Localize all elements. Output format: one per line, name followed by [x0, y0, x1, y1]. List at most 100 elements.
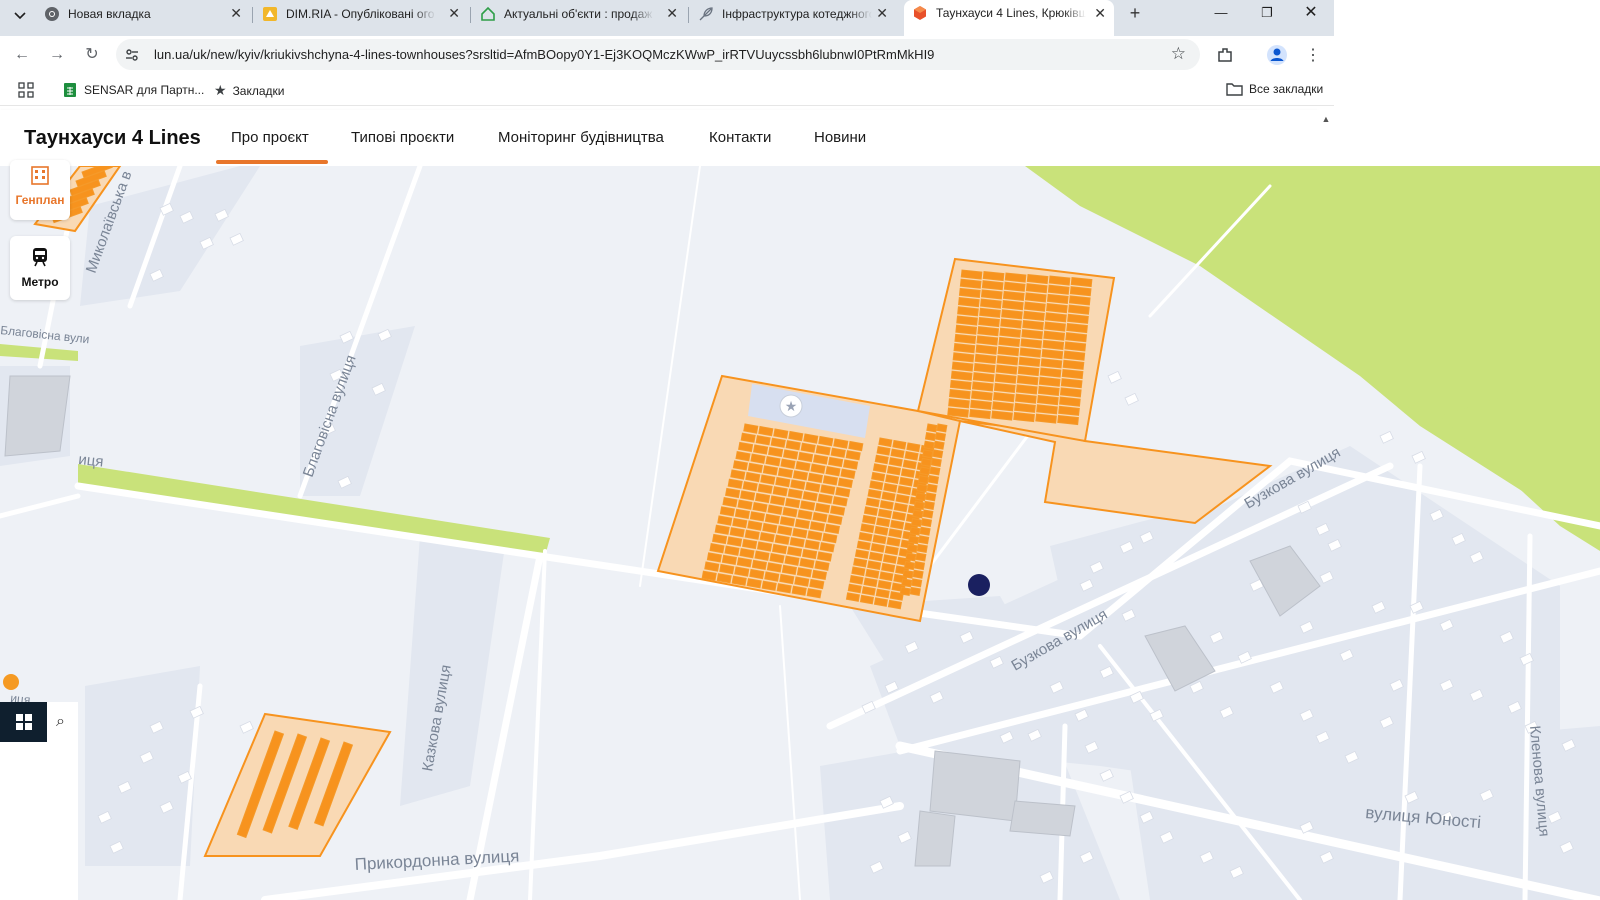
- windows-start-icon[interactable]: [0, 702, 47, 742]
- townhouse-unit: [872, 463, 887, 473]
- townhouse-unit: [1036, 404, 1058, 415]
- tab-actual-objects[interactable]: Актуальні об'єкти : продаж ✕: [480, 0, 686, 27]
- townhouse-unit: [926, 483, 938, 493]
- townhouse-unit: [923, 500, 935, 510]
- townhouse-unit: [890, 448, 905, 459]
- minimize-button[interactable]: —: [1206, 3, 1236, 23]
- townhouse-unit: [895, 494, 910, 504]
- reload-button[interactable]: ↻: [80, 44, 104, 66]
- apps-grid-icon[interactable]: [18, 82, 34, 98]
- townhouse-unit: [884, 545, 899, 556]
- nav-news[interactable]: Новини: [814, 129, 866, 146]
- townhouse-unit: [972, 372, 995, 383]
- townhouse-unit: [1016, 375, 1039, 386]
- tab-close-icon[interactable]: ✕: [666, 5, 678, 22]
- site-info-icon[interactable]: [124, 47, 140, 63]
- browser-menu-icon[interactable]: ⋮: [1302, 44, 1324, 66]
- tab-close-icon[interactable]: ✕: [230, 5, 242, 22]
- taskbar-search-icon[interactable]: ⌕: [56, 713, 65, 731]
- townhouse-unit: [1064, 341, 1087, 352]
- bookmark-sensar[interactable]: SENSAR для Партн...: [62, 82, 204, 98]
- map-canvas: ★ Миколаївська в Благовісна вули Благові…: [0, 166, 1600, 900]
- genplan-map[interactable]: ★ Миколаївська в Благовісна вули Благові…: [0, 166, 1600, 900]
- townhouse-unit: [1065, 332, 1088, 343]
- townhouse-unit: [927, 475, 940, 485]
- project-title[interactable]: Таунхауси 4 Lines: [24, 127, 201, 150]
- new-tab-button[interactable]: +: [1124, 2, 1146, 24]
- url-text[interactable]: lun.ua/uk/new/kyiv/kriukivshchyna-4-line…: [154, 47, 934, 62]
- townhouse-unit: [881, 491, 896, 502]
- back-button[interactable]: ←: [10, 44, 34, 66]
- house: [229, 232, 244, 246]
- townhouse-unit: [869, 480, 884, 491]
- townhouse-unit: [1015, 384, 1038, 395]
- bookmark-label: Все закладки: [1249, 82, 1324, 96]
- townhouse-unit: [873, 597, 888, 607]
- tab-new-tab[interactable]: Новая вкладка ✕: [44, 0, 250, 27]
- scrollbar-up-arrow[interactable]: ▲: [1318, 110, 1334, 170]
- tab-close-icon[interactable]: ✕: [448, 5, 460, 22]
- townhouse-unit: [973, 362, 996, 374]
- tab-infrastructure[interactable]: Інфраструктура котеджного ✕: [698, 0, 896, 27]
- extensions-icon[interactable]: [1214, 44, 1236, 66]
- townhouse-unit: [1002, 290, 1025, 302]
- close-window-button[interactable]: ✕: [1296, 3, 1326, 23]
- townhouse-unit: [1038, 376, 1061, 387]
- nav-contacts[interactable]: Контакти: [709, 129, 771, 146]
- townhouse-unit: [980, 289, 1003, 300]
- townhouse-unit: [903, 561, 916, 571]
- tab-title: Актуальні об'єкти : продаж: [504, 6, 653, 21]
- infrastructure-star-icon[interactable]: ★: [779, 394, 803, 418]
- townhouse-unit: [926, 423, 938, 433]
- townhouse-unit: [933, 440, 945, 450]
- townhouse-unit: [1039, 367, 1062, 378]
- townhouse-unit: [949, 389, 971, 400]
- townhouse-unit: [904, 451, 919, 461]
- townhouse-unit: [995, 364, 1018, 375]
- profile-avatar-icon[interactable]: [1266, 44, 1288, 66]
- bookmark-star-icon[interactable]: ☆: [1171, 44, 1186, 64]
- townhouse-unit: [996, 355, 1019, 366]
- townhouse-unit: [919, 466, 931, 476]
- townhouse-unit: [1002, 300, 1024, 311]
- restore-button[interactable]: ❐: [1252, 3, 1282, 23]
- townhouse-unit: [950, 370, 973, 381]
- all-bookmarks-button[interactable]: Все закладки: [1226, 82, 1323, 96]
- tab-separator: [252, 7, 253, 23]
- location-marker[interactable]: [968, 574, 990, 596]
- townhouse-unit: [877, 580, 892, 590]
- townhouse-unit: [1045, 312, 1067, 323]
- address-bar[interactable]: lun.ua/uk/new/kyiv/kriukivshchyna-4-line…: [116, 39, 1200, 70]
- townhouse-unit: [912, 509, 924, 519]
- house: [1107, 370, 1122, 384]
- tab-dimria[interactable]: DIM.RIA - Опубліковані ого ✕: [262, 0, 468, 27]
- tab-close-icon[interactable]: ✕: [876, 5, 888, 22]
- tab-close-icon[interactable]: ✕: [1094, 5, 1106, 22]
- townhouse-unit: [930, 457, 942, 467]
- townhouse-unit: [871, 471, 886, 482]
- townhouse-unit: [978, 316, 1000, 328]
- townhouse-unit: [919, 526, 931, 536]
- townhouse-unit: [874, 454, 889, 465]
- townhouse-unit: [924, 432, 937, 442]
- metro-button[interactable]: Метро: [10, 236, 70, 300]
- nav-typical-projects[interactable]: Типові проєкти: [351, 129, 454, 146]
- townhouse-unit: [1066, 322, 1088, 334]
- nav-about[interactable]: Про проєкт: [231, 129, 309, 146]
- townhouse-unit: [1026, 273, 1049, 285]
- forward-button[interactable]: →: [45, 44, 69, 66]
- townhouse-unit: [854, 549, 869, 559]
- tab-active-lun[interactable]: Таунхауси 4 Lines, Крюківщ ✕: [904, 0, 1114, 36]
- bookmark-zakladky[interactable]: ★ Закладки: [214, 82, 285, 99]
- townhouse-unit: [909, 586, 921, 596]
- townhouse-unit: [906, 543, 918, 553]
- townhouse-unit: [1060, 378, 1083, 389]
- townhouse-unit: [899, 476, 914, 487]
- townhouse-unit: [1068, 304, 1090, 315]
- tab-search-chevron-icon[interactable]: [6, 4, 34, 28]
- townhouse-unit: [953, 343, 976, 354]
- townhouse-unit: [951, 361, 974, 372]
- train-icon: [10, 246, 70, 271]
- genplan-button[interactable]: Генплан: [10, 160, 70, 220]
- nav-construction-monitoring[interactable]: Моніторинг будівництва: [498, 129, 664, 146]
